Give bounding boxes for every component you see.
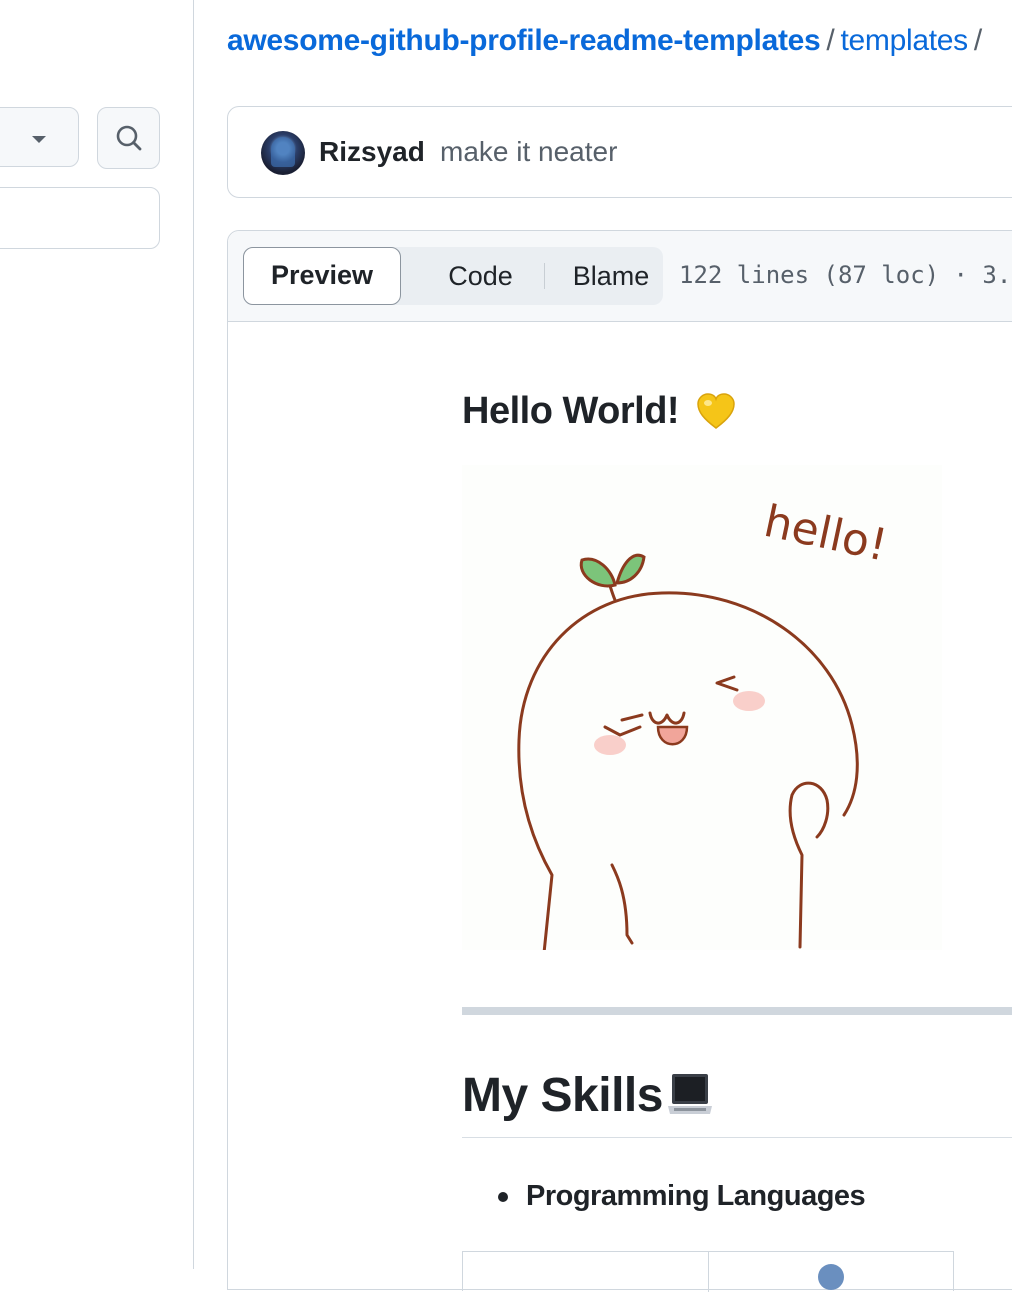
file-tree-pane bbox=[0, 0, 193, 1269]
laptop-icon bbox=[668, 1074, 712, 1114]
commit-message-link[interactable]: make it neater bbox=[440, 136, 617, 168]
pane-divider[interactable] bbox=[193, 0, 194, 1269]
commit-author-link[interactable]: Rizsyad bbox=[319, 136, 425, 168]
readme-heading-skills: My Skills bbox=[462, 1069, 663, 1122]
breadcrumb-separator: / bbox=[973, 24, 982, 57]
file-header: Preview Code Blame 122 lines (87 loc) · … bbox=[228, 231, 1012, 322]
tab-blame[interactable]: Blame bbox=[551, 247, 671, 305]
latest-commit-box: Rizsyad make it neater bbox=[227, 106, 1012, 198]
breadcrumb-repo-link[interactable]: awesome-github-profile-readme-templates bbox=[227, 24, 821, 57]
horizontal-rule bbox=[462, 1007, 1012, 1015]
language-logo-icon bbox=[818, 1264, 844, 1290]
skills-table bbox=[462, 1251, 954, 1292]
yellow-heart-icon bbox=[697, 393, 735, 429]
breadcrumb: awesome-github-profile-readme-templates /… bbox=[227, 24, 988, 58]
tab-preview[interactable]: Preview bbox=[243, 247, 401, 305]
list-bullet bbox=[498, 1192, 508, 1202]
branch-selector[interactable] bbox=[0, 107, 79, 167]
breadcrumb-separator: / bbox=[826, 24, 835, 57]
view-mode-toggle: Preview Code Blame bbox=[243, 247, 663, 305]
list-item: Programming Languages bbox=[526, 1180, 866, 1212]
readme-heading-hello: Hello World! bbox=[462, 390, 680, 432]
table-cell-divider bbox=[708, 1252, 709, 1292]
heading-underline bbox=[462, 1137, 1012, 1138]
hello-image-text: hello! bbox=[760, 496, 892, 572]
chevron-down-icon bbox=[32, 136, 46, 143]
hello-sticker-image: hello! bbox=[462, 465, 942, 950]
tab-divider bbox=[544, 263, 545, 289]
breadcrumb-directory-link[interactable]: templates bbox=[840, 24, 968, 57]
file-stats: 122 lines (87 loc) · 3. bbox=[679, 261, 1012, 289]
tab-code[interactable]: Code bbox=[418, 247, 543, 305]
file-filter-input[interactable] bbox=[0, 187, 160, 249]
search-button[interactable] bbox=[97, 107, 160, 169]
search-icon bbox=[116, 125, 141, 151]
avatar[interactable] bbox=[261, 131, 305, 175]
